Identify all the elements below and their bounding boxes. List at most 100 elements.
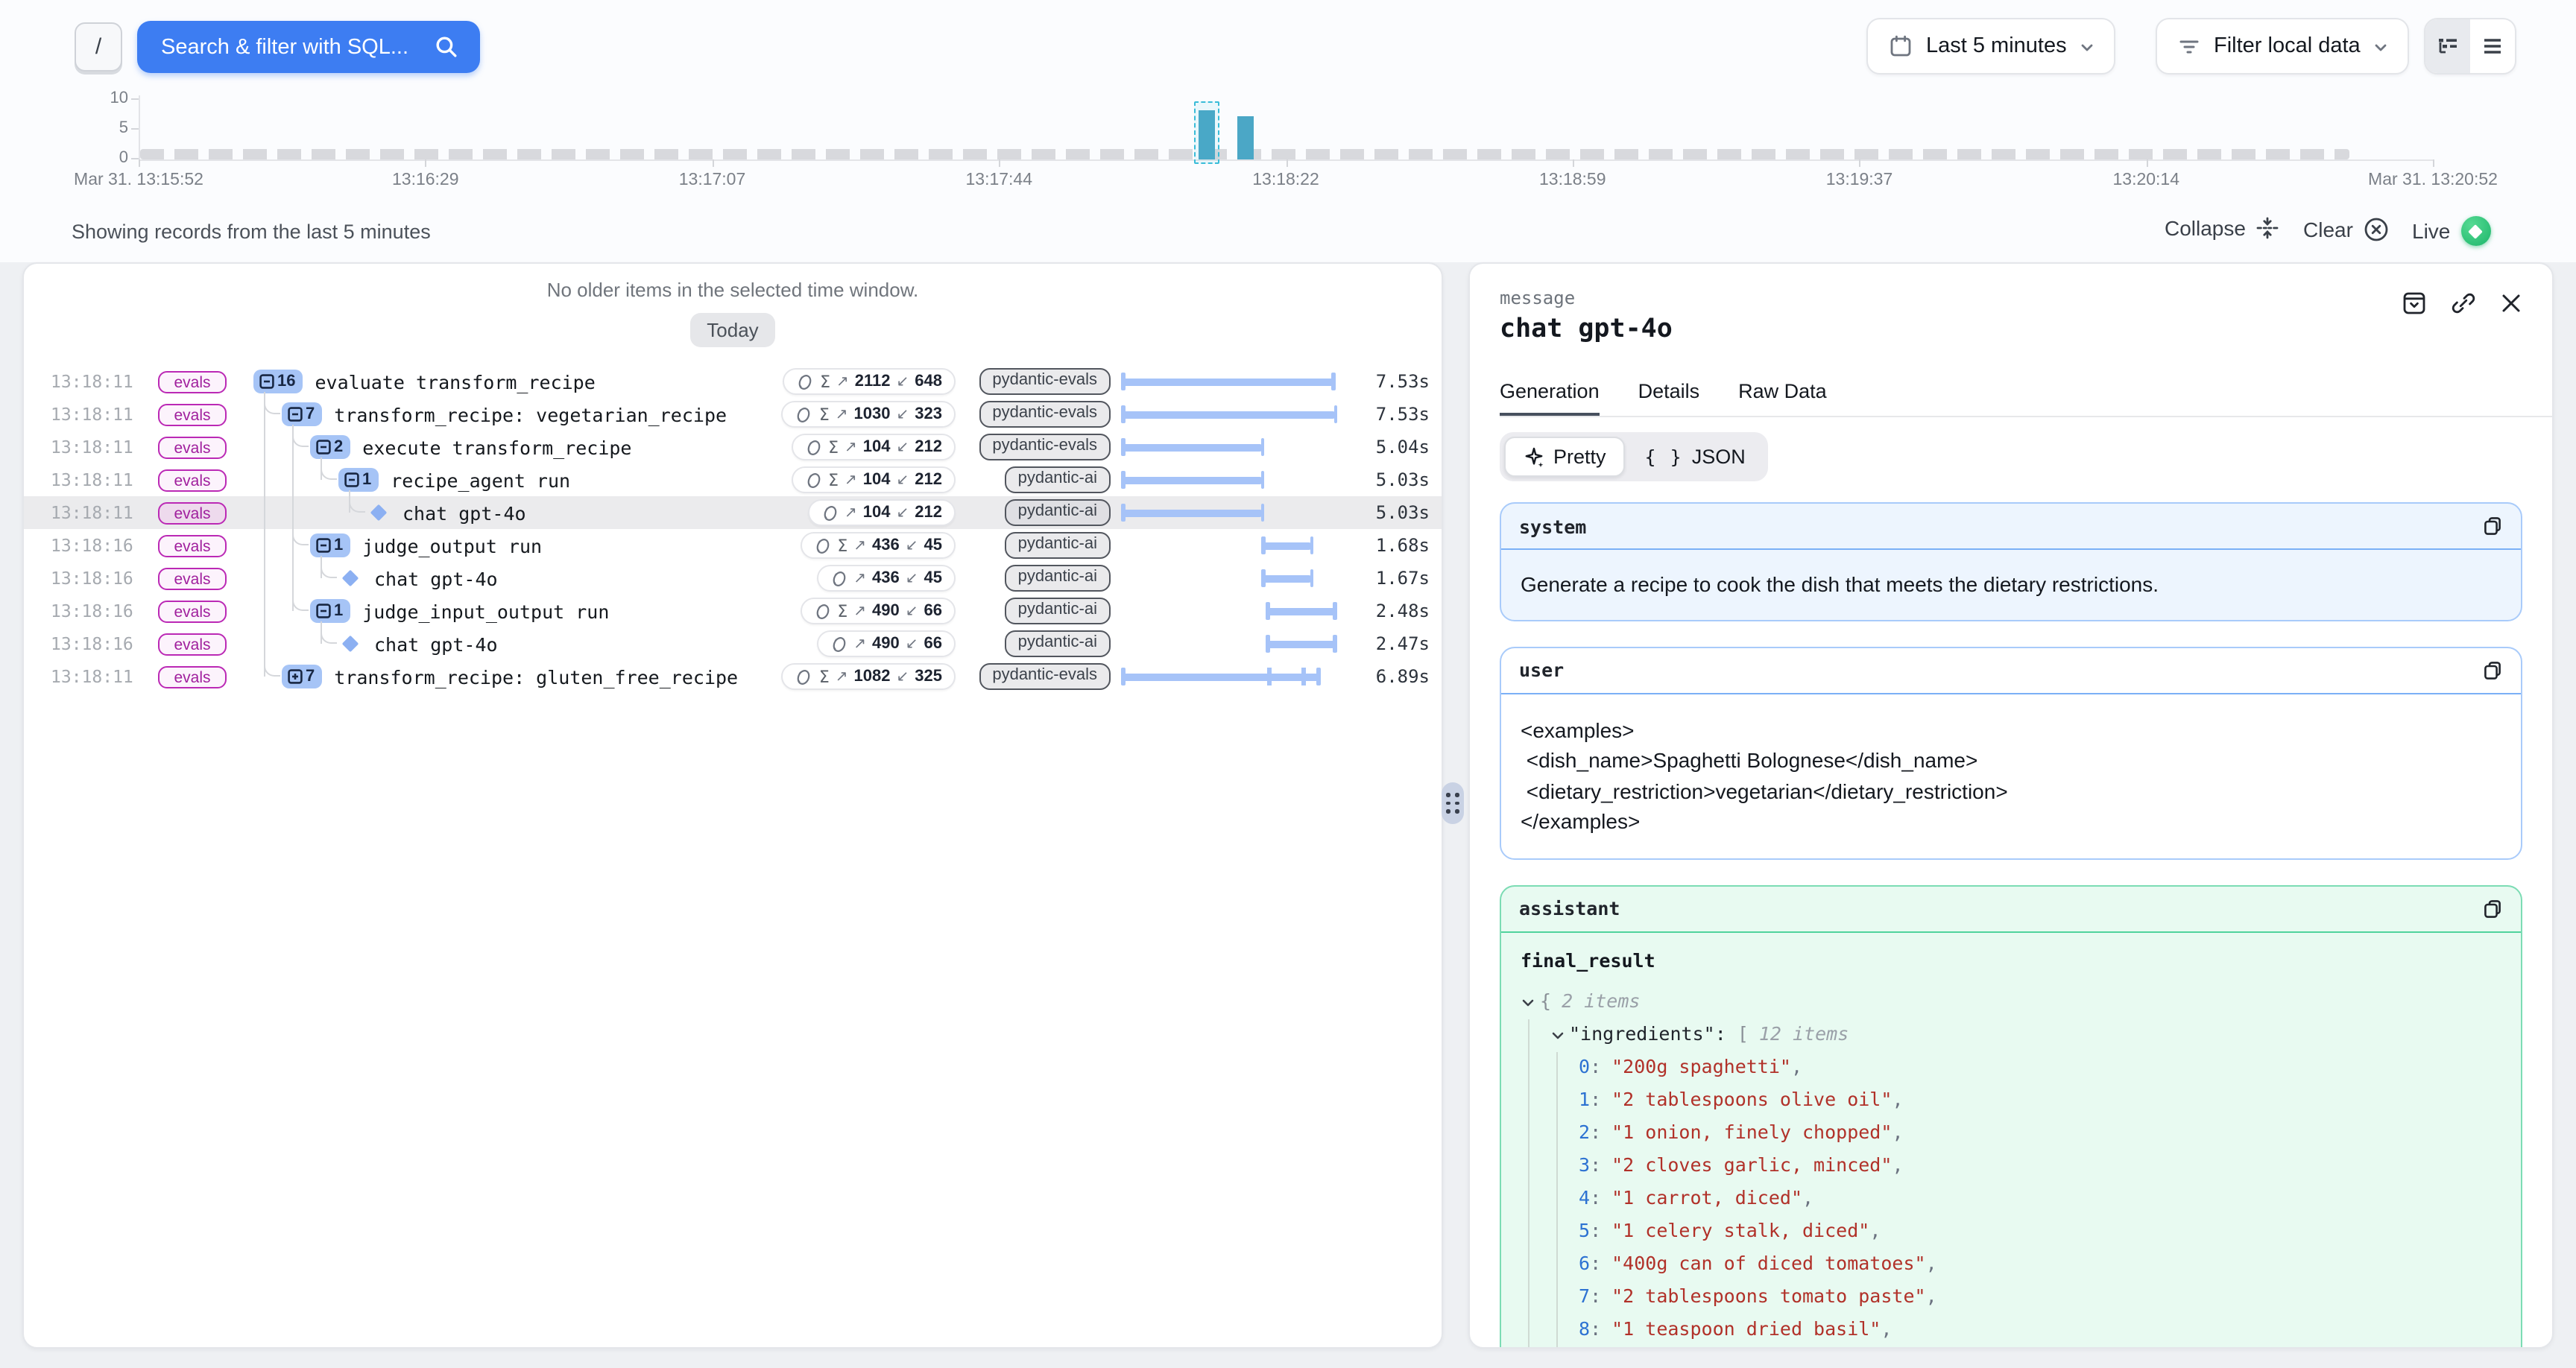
- tokens-in-count: 1030: [854, 405, 891, 423]
- duration-bar[interactable]: [1123, 378, 1333, 385]
- duration-bar[interactable]: [1267, 607, 1336, 615]
- duration-bar[interactable]: [1263, 542, 1313, 549]
- environment-tag-badge[interactable]: evals: [157, 600, 227, 622]
- trace-row[interactable]: 13:18:16evalschat gpt-4o↗490↙66pydantic-…: [24, 627, 1442, 660]
- tab-raw-data[interactable]: Raw Data: [1738, 380, 1827, 416]
- time-range-dropdown[interactable]: Last 5 minutes: [1866, 18, 2116, 75]
- filter-local-data-dropdown[interactable]: Filter local data: [2156, 18, 2410, 75]
- collapse-node-toggle[interactable]: 1: [338, 468, 379, 492]
- x-axis-tick: [2433, 159, 2434, 167]
- trace-row[interactable]: 13:18:11evalschat gpt-4o↗104↙212pydantic…: [24, 496, 1442, 529]
- trace-row-timestamp: 13:18:11: [51, 666, 125, 687]
- environment-tag-badge[interactable]: evals: [157, 436, 227, 458]
- sdk-badge[interactable]: pydantic-evals: [979, 401, 1111, 428]
- span-duration: 7.53s: [1349, 404, 1430, 425]
- live-toggle[interactable]: Live: [2412, 216, 2490, 246]
- list-view-button[interactable]: [2470, 19, 2515, 73]
- token-usage-badge[interactable]: ↗104↙212: [807, 499, 956, 526]
- sdk-badge[interactable]: pydantic-evals: [979, 434, 1111, 460]
- timeline-histogram[interactable]: 10 5 0 Mar 31. 13:15:5213:16:2913:17:071…: [0, 86, 2576, 200]
- collapse-node-toggle[interactable]: 2: [310, 435, 350, 459]
- collapse-node-toggle[interactable]: 16: [253, 370, 303, 393]
- sdk-badge[interactable]: pydantic-ai: [1005, 598, 1111, 624]
- token-usage-badge[interactable]: ↗436↙45: [816, 565, 956, 592]
- tree-connector-line: [321, 621, 322, 644]
- environment-tag-badge[interactable]: evals: [157, 370, 227, 393]
- item-index: 7: [1579, 1285, 1590, 1311]
- environment-tag-badge[interactable]: evals: [157, 665, 227, 688]
- trace-row[interactable]: 13:18:11evals16evaluate transform_recipe…: [24, 365, 1442, 398]
- json-root-line[interactable]: { 2 items: [1521, 987, 2501, 1019]
- span-diamond-icon: [370, 504, 388, 522]
- trace-row[interactable]: 13:18:11evals1recipe_agent runΣ↗104↙212p…: [24, 463, 1442, 496]
- collapse-node-toggle[interactable]: 7: [282, 402, 322, 426]
- trace-row[interactable]: 13:18:11evals7transform_recipe: gluten_f…: [24, 660, 1442, 693]
- json-format-button[interactable]: { } JSON: [1627, 437, 1764, 477]
- coin-icon: [830, 634, 847, 653]
- sdk-badge[interactable]: pydantic-ai: [1005, 499, 1111, 526]
- pretty-format-button[interactable]: Pretty: [1504, 437, 1626, 477]
- clear-button[interactable]: Clear: [2303, 216, 2390, 243]
- copy-icon[interactable]: [2482, 660, 2503, 681]
- environment-tag-badge[interactable]: evals: [157, 567, 227, 589]
- duration-bar[interactable]: [1123, 509, 1263, 516]
- copy-link-icon[interactable]: [2451, 291, 2476, 316]
- copy-icon[interactable]: [2482, 899, 2503, 919]
- sdk-badge[interactable]: pydantic-ai: [1005, 532, 1111, 559]
- token-usage-badge[interactable]: Σ↗104↙212: [791, 434, 956, 460]
- trace-row[interactable]: 13:18:16evals1judge_input_output runΣ↗49…: [24, 595, 1442, 627]
- close-icon[interactable]: [2500, 292, 2522, 314]
- span-duration: 5.03s: [1349, 502, 1430, 523]
- tokens-out-count: 323: [915, 405, 942, 423]
- duration-bar[interactable]: [1123, 443, 1263, 451]
- token-usage-badge[interactable]: Σ↗1082↙325: [782, 663, 956, 690]
- sdk-badge[interactable]: pydantic-ai: [1005, 630, 1111, 657]
- environment-tag-badge[interactable]: evals: [157, 633, 227, 655]
- histogram-bar[interactable]: [1237, 117, 1254, 159]
- duration-bar[interactable]: [1123, 411, 1336, 418]
- tokens-out-arrow-icon: ↙: [897, 668, 909, 685]
- tab-generation[interactable]: Generation: [1500, 380, 1600, 416]
- token-usage-badge[interactable]: Σ↗104↙212: [791, 466, 956, 493]
- copy-icon[interactable]: [2482, 516, 2503, 536]
- dock-panel-icon[interactable]: [2402, 291, 2427, 316]
- token-usage-badge[interactable]: ↗490↙66: [816, 630, 956, 657]
- token-usage-badge[interactable]: Σ↗490↙66: [800, 598, 956, 624]
- environment-tag-badge[interactable]: evals: [157, 403, 227, 425]
- trace-row[interactable]: 13:18:11evals7transform_recipe: vegetari…: [24, 398, 1442, 431]
- collapse-node-toggle[interactable]: 1: [310, 533, 350, 557]
- collapse-button[interactable]: Collapse: [2165, 216, 2280, 240]
- duration-bar[interactable]: [1267, 640, 1336, 647]
- expand-node-toggle[interactable]: 7: [282, 665, 322, 688]
- duration-bar[interactable]: [1263, 574, 1313, 582]
- panel-resize-handle[interactable]: [1442, 782, 1464, 824]
- json-ingredients-line[interactable]: "ingredients": [ 12 items: [1550, 1019, 2501, 1052]
- sdk-badge[interactable]: pydantic-ai: [1005, 466, 1111, 493]
- tokens-out-arrow-icon: ↙: [906, 603, 918, 619]
- environment-tag-badge[interactable]: evals: [157, 501, 227, 524]
- collapse-node-toggle[interactable]: 1: [310, 599, 350, 623]
- sdk-badge[interactable]: pydantic-evals: [979, 368, 1111, 395]
- search-button[interactable]: Search & filter with SQL...: [137, 21, 480, 73]
- slash-shortcut-label: /: [95, 34, 101, 60]
- sdk-badge[interactable]: pydantic-evals: [979, 663, 1111, 690]
- today-badge[interactable]: Today: [690, 313, 774, 347]
- span-label: chat gpt-4o: [402, 501, 526, 524]
- item-index: 5: [1579, 1220, 1590, 1245]
- trace-row[interactable]: 13:18:16evals1judge_output runΣ↗436↙45py…: [24, 529, 1442, 562]
- environment-tag-badge[interactable]: evals: [157, 469, 227, 491]
- tokens-out-count: 45: [924, 569, 943, 587]
- token-usage-badge[interactable]: Σ↗436↙45: [800, 532, 956, 559]
- sdk-badge[interactable]: pydantic-ai: [1005, 565, 1111, 592]
- duration-bar[interactable]: [1123, 673, 1319, 680]
- environment-tag-badge[interactable]: evals: [157, 534, 227, 557]
- trace-row[interactable]: 13:18:16evalschat gpt-4o↗436↙45pydantic-…: [24, 562, 1442, 595]
- trace-row[interactable]: 13:18:11evals2execute transform_recipeΣ↗…: [24, 431, 1442, 463]
- token-usage-badge[interactable]: Σ↗1030↙323: [782, 401, 956, 428]
- duration-bar-track: [1123, 660, 1336, 693]
- token-usage-badge[interactable]: Σ↗2112↙648: [783, 368, 956, 395]
- tab-details[interactable]: Details: [1638, 380, 1700, 416]
- duration-bar[interactable]: [1123, 476, 1263, 484]
- trace-rows: 13:18:11evals16evaluate transform_recipe…: [24, 365, 1442, 693]
- tree-view-button[interactable]: [2425, 19, 2470, 73]
